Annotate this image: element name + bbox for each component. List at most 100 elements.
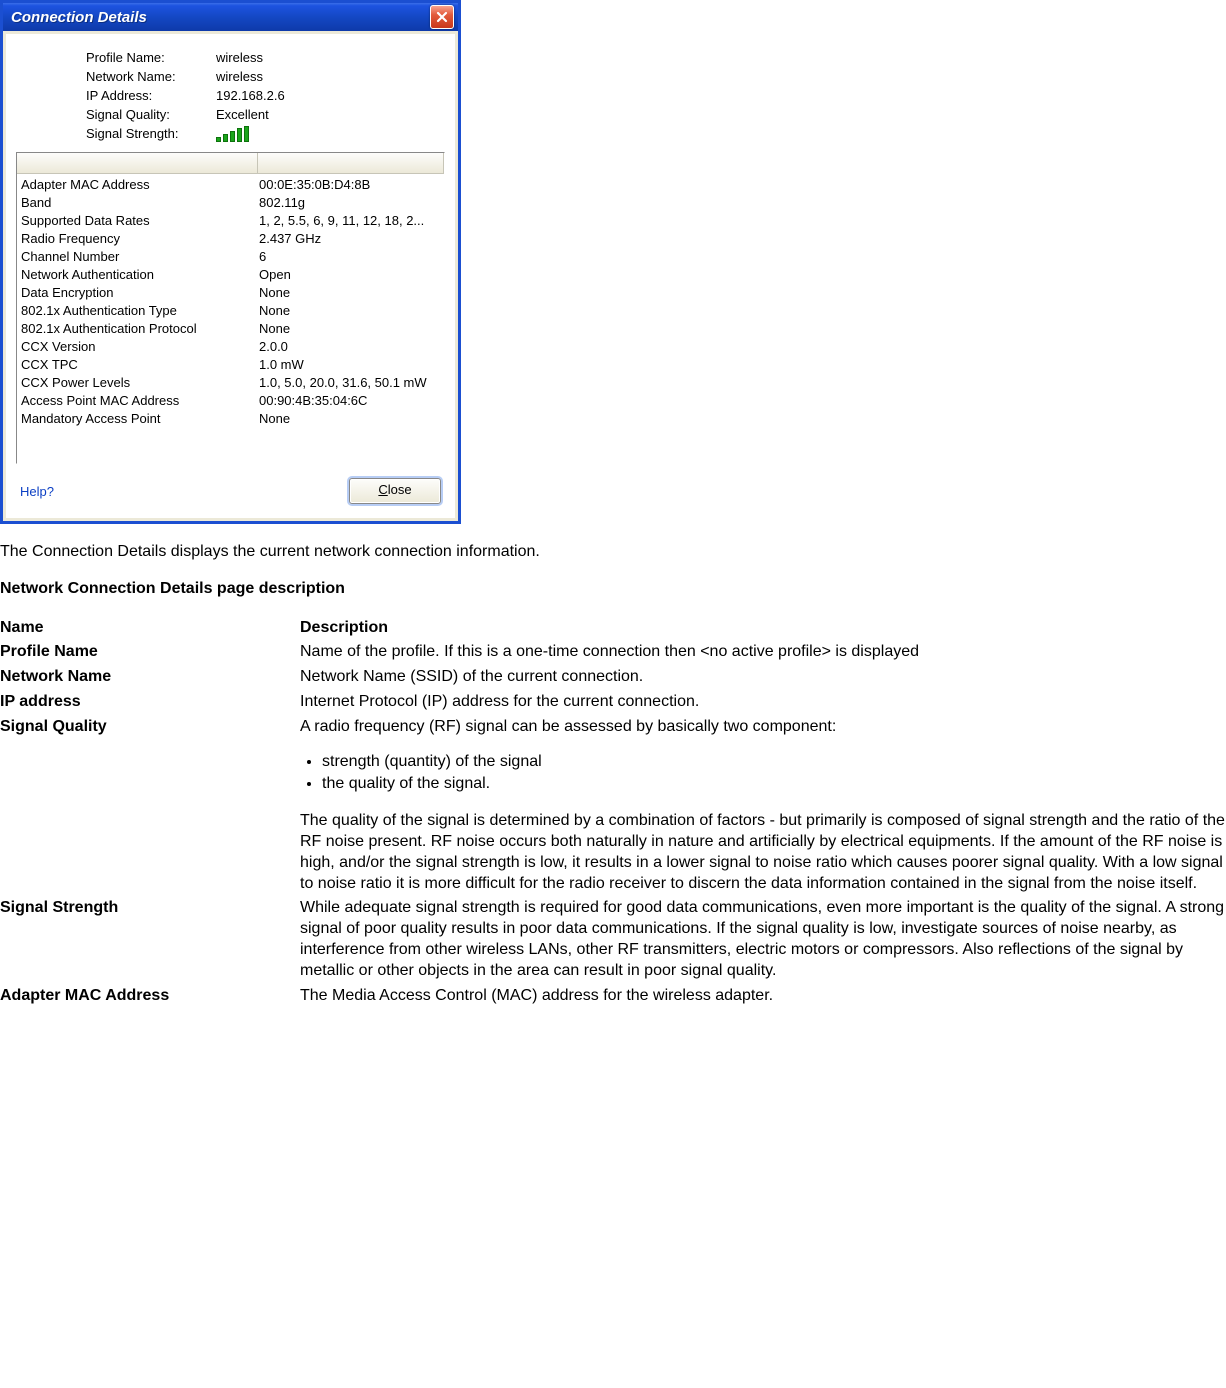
list-item: the quality of the signal. bbox=[322, 774, 1226, 797]
list-row[interactable]: Band802.11g bbox=[21, 194, 440, 212]
titlebar[interactable]: Connection Details bbox=[3, 3, 458, 31]
detail-label: Band bbox=[21, 194, 259, 212]
table-row: Profile Name Name of the profile. If thi… bbox=[0, 640, 1226, 665]
summary-row: Profile Name: wireless bbox=[86, 48, 445, 67]
list-body: Adapter MAC Address00:0E:35:0B:D4:8BBand… bbox=[17, 174, 444, 430]
table-header-row: Name Description bbox=[0, 616, 1226, 641]
detail-value: 1, 2, 5.5, 6, 9, 11, 12, 18, 2... bbox=[259, 212, 440, 230]
detail-value: None bbox=[259, 284, 440, 302]
summary-row: Signal Quality: Excellent bbox=[86, 105, 445, 124]
table-row: Signal Quality A radio frequency (RF) si… bbox=[0, 715, 1226, 897]
list-row[interactable]: Mandatory Access PointNone bbox=[21, 410, 440, 428]
detail-value: 00:90:4B:35:04:6C bbox=[259, 392, 440, 410]
detail-label: Network Authentication bbox=[21, 266, 259, 284]
detail-label: 802.1x Authentication Protocol bbox=[21, 320, 259, 338]
row-desc: A radio frequency (RF) signal can be ass… bbox=[300, 715, 1226, 897]
list-row[interactable]: Access Point MAC Address00:90:4B:35:04:6… bbox=[21, 392, 440, 410]
table-row: IP address Internet Protocol (IP) addres… bbox=[0, 690, 1226, 715]
row-desc: While adequate signal strength is requir… bbox=[300, 896, 1226, 983]
list-row[interactable]: Supported Data Rates1, 2, 5.5, 6, 9, 11,… bbox=[21, 212, 440, 230]
detail-value: 2.437 GHz bbox=[259, 230, 440, 248]
list-row[interactable]: CCX TPC1.0 mW bbox=[21, 356, 440, 374]
row-name: Profile Name bbox=[0, 640, 300, 665]
list-header[interactable] bbox=[17, 153, 444, 174]
table-row: Signal Strength While adequate signal st… bbox=[0, 896, 1226, 983]
summary-label: IP Address: bbox=[86, 88, 216, 103]
list-row[interactable]: Adapter MAC Address00:0E:35:0B:D4:8B bbox=[21, 176, 440, 194]
row-name: Signal Quality bbox=[0, 715, 300, 897]
sq-body: The quality of the signal is determined … bbox=[300, 812, 1225, 891]
detail-value: 1.0, 5.0, 20.0, 31.6, 50.1 mW bbox=[259, 374, 440, 392]
summary-value: wireless bbox=[216, 69, 263, 84]
close-icon[interactable] bbox=[430, 5, 454, 29]
list-item: strength (quantity) of the signal bbox=[322, 752, 1226, 775]
detail-label: 802.1x Authentication Type bbox=[21, 302, 259, 320]
detail-value: None bbox=[259, 410, 440, 428]
table-row: Adapter MAC Address The Media Access Con… bbox=[0, 984, 1226, 1009]
signal-strength-icon bbox=[216, 126, 249, 142]
col-header-desc: Description bbox=[300, 616, 1226, 641]
list-row[interactable]: CCX Power Levels1.0, 5.0, 20.0, 31.6, 50… bbox=[21, 374, 440, 392]
row-desc: Name of the profile. If this is a one-ti… bbox=[300, 640, 1226, 665]
col-header-name: Name bbox=[0, 616, 300, 641]
list-header-col[interactable] bbox=[17, 153, 258, 173]
sq-bullets: strength (quantity) of the signal the qu… bbox=[322, 752, 1226, 798]
detail-value: None bbox=[259, 320, 440, 338]
row-name: Network Name bbox=[0, 665, 300, 690]
detail-label: Data Encryption bbox=[21, 284, 259, 302]
summary-label: Profile Name: bbox=[86, 50, 216, 65]
summary-value: wireless bbox=[216, 50, 263, 65]
detail-label: CCX Power Levels bbox=[21, 374, 259, 392]
description-table: Name Description Profile Name Name of th… bbox=[0, 616, 1226, 1009]
intro-text: The Connection Details displays the curr… bbox=[0, 542, 1226, 563]
detail-label: Channel Number bbox=[21, 248, 259, 266]
detail-value: 1.0 mW bbox=[259, 356, 440, 374]
summary-row: IP Address: 192.168.2.6 bbox=[86, 86, 445, 105]
row-desc: Network Name (SSID) of the current conne… bbox=[300, 665, 1226, 690]
row-name: Signal Strength bbox=[0, 896, 300, 983]
list-row[interactable]: Radio Frequency2.437 GHz bbox=[21, 230, 440, 248]
document-body: The Connection Details displays the curr… bbox=[0, 524, 1226, 1008]
list-row[interactable]: 802.1x Authentication TypeNone bbox=[21, 302, 440, 320]
list-row[interactable]: Channel Number6 bbox=[21, 248, 440, 266]
summary-label: Signal Strength: bbox=[86, 126, 216, 142]
detail-label: Access Point MAC Address bbox=[21, 392, 259, 410]
list-row[interactable]: Data EncryptionNone bbox=[21, 284, 440, 302]
list-header-col[interactable] bbox=[258, 153, 444, 173]
detail-value: 802.11g bbox=[259, 194, 440, 212]
row-name: IP address bbox=[0, 690, 300, 715]
summary-row: Network Name: wireless bbox=[86, 67, 445, 86]
detail-label: Adapter MAC Address bbox=[21, 176, 259, 194]
close-button-rest: lose bbox=[388, 482, 412, 497]
detail-label: Supported Data Rates bbox=[21, 212, 259, 230]
list-row[interactable]: 802.1x Authentication ProtocolNone bbox=[21, 320, 440, 338]
detail-label: Mandatory Access Point bbox=[21, 410, 259, 428]
detail-label: Radio Frequency bbox=[21, 230, 259, 248]
details-listbox[interactable]: Adapter MAC Address00:0E:35:0B:D4:8BBand… bbox=[16, 152, 445, 464]
list-row[interactable]: Network AuthenticationOpen bbox=[21, 266, 440, 284]
summary-label: Signal Quality: bbox=[86, 107, 216, 122]
row-desc: Internet Protocol (IP) address for the c… bbox=[300, 690, 1226, 715]
summary-value: 192.168.2.6 bbox=[216, 88, 285, 103]
help-link[interactable]: Help? bbox=[20, 484, 54, 499]
close-button[interactable]: Close bbox=[349, 478, 441, 504]
sq-intro: A radio frequency (RF) signal can be ass… bbox=[300, 718, 836, 735]
list-row[interactable]: CCX Version2.0.0 bbox=[21, 338, 440, 356]
connection-details-dialog: Connection Details Profile Name: wireles… bbox=[0, 0, 461, 524]
detail-value: 6 bbox=[259, 248, 440, 266]
detail-value: Open bbox=[259, 266, 440, 284]
summary-section: Profile Name: wireless Network Name: wir… bbox=[16, 42, 445, 152]
summary-value: Excellent bbox=[216, 107, 269, 122]
summary-row: Signal Strength: bbox=[86, 124, 445, 144]
detail-value: 2.0.0 bbox=[259, 338, 440, 356]
summary-label: Network Name: bbox=[86, 69, 216, 84]
detail-value: 00:0E:35:0B:D4:8B bbox=[259, 176, 440, 194]
table-row: Network Name Network Name (SSID) of the … bbox=[0, 665, 1226, 690]
dialog-footer: Help? Close bbox=[16, 464, 445, 508]
row-desc: The Media Access Control (MAC) address f… bbox=[300, 984, 1226, 1009]
detail-value: None bbox=[259, 302, 440, 320]
row-name: Adapter MAC Address bbox=[0, 984, 300, 1009]
window-title: Connection Details bbox=[11, 9, 147, 26]
dialog-body: Profile Name: wireless Network Name: wir… bbox=[6, 34, 455, 518]
section-heading: Network Connection Details page descript… bbox=[0, 579, 1226, 600]
